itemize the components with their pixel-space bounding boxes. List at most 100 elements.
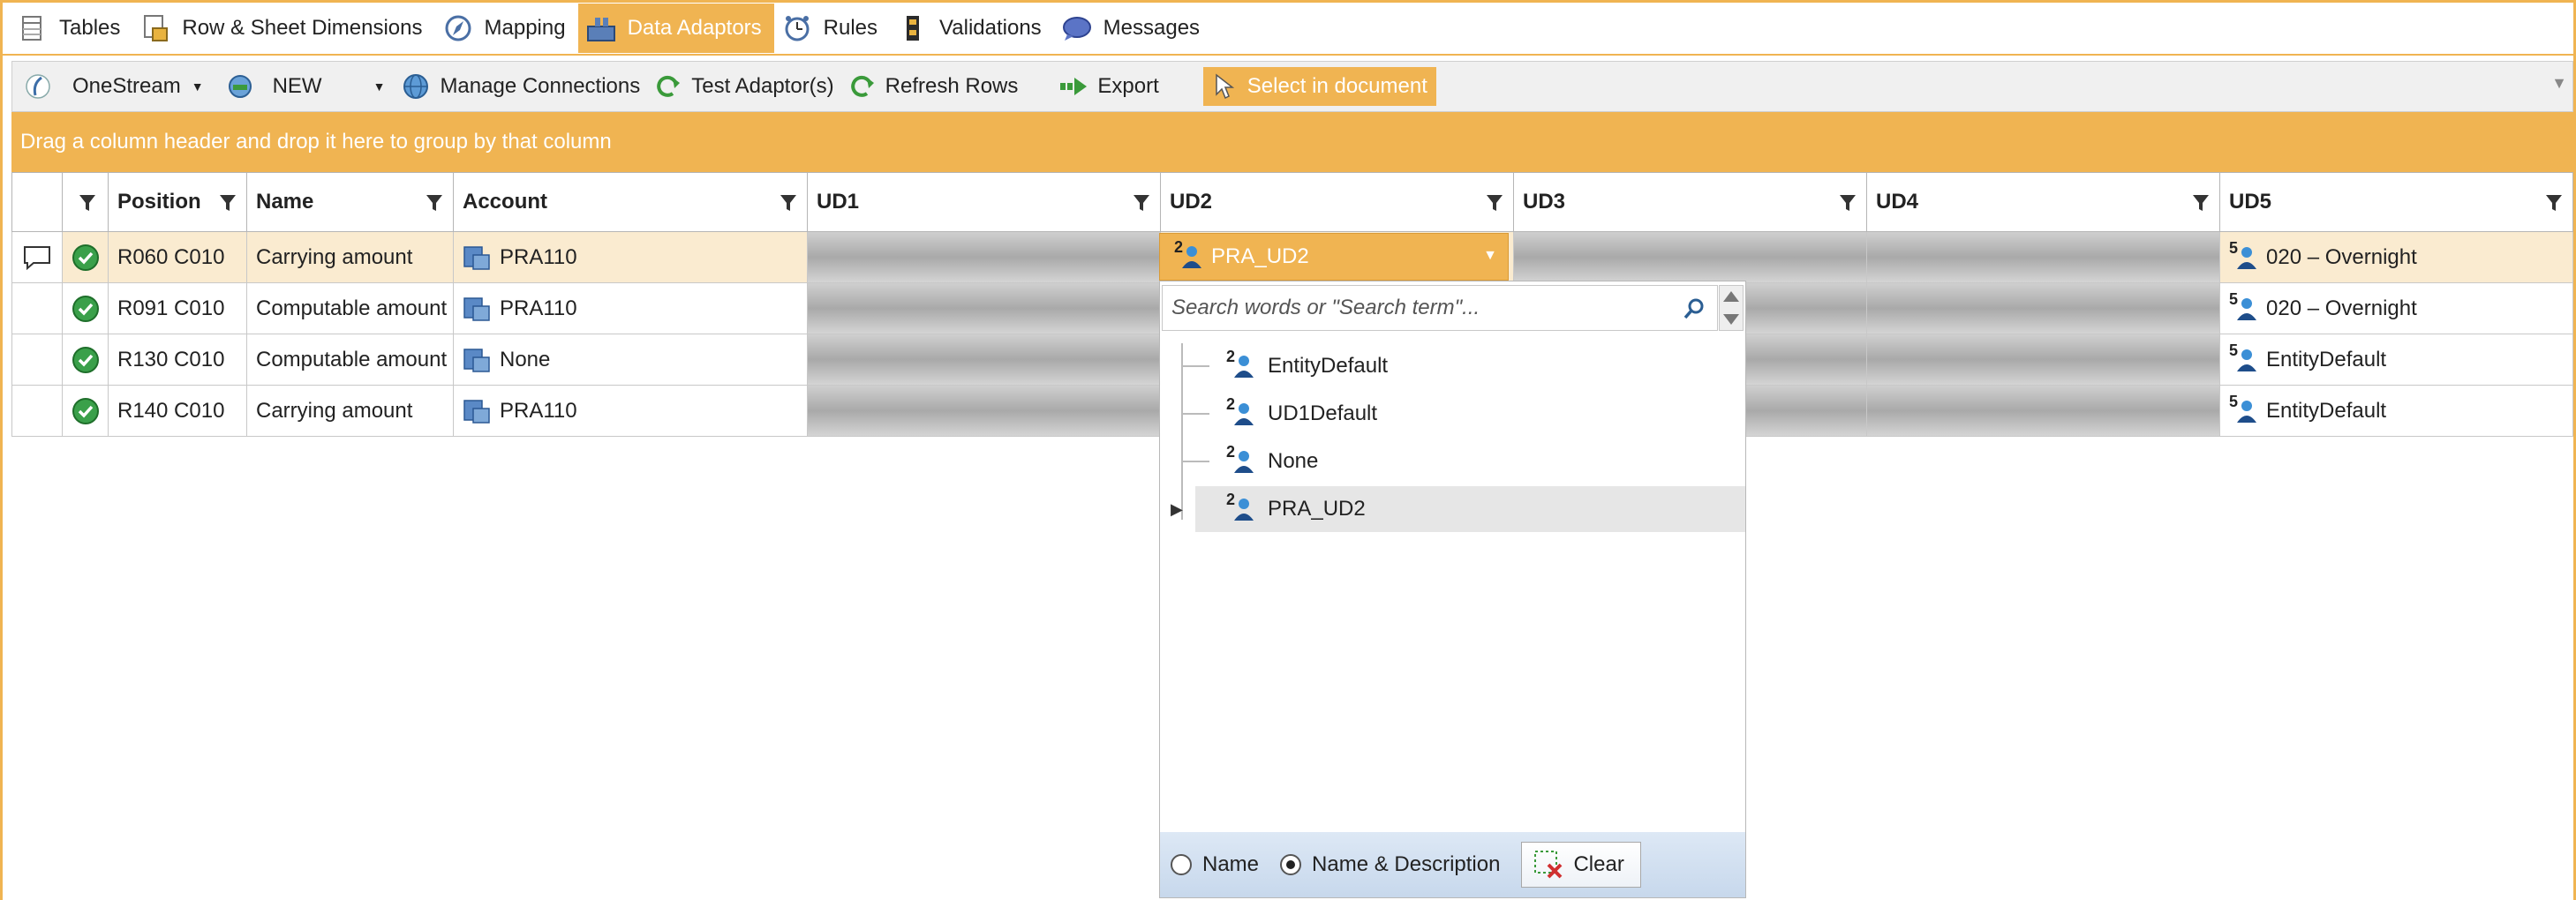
- column-header-ud1[interactable]: UD1: [808, 172, 1161, 232]
- cursor-icon: [1209, 71, 1239, 101]
- filter-icon[interactable]: [78, 192, 97, 214]
- ud1-cell[interactable]: [808, 334, 1161, 386]
- ud-member-icon: 2: [1224, 443, 1259, 479]
- filter-icon[interactable]: [1485, 192, 1504, 214]
- ud3-cell[interactable]: [1514, 232, 1867, 283]
- clock-icon: [781, 12, 813, 44]
- filter-icon[interactable]: [779, 192, 798, 214]
- column-header-position[interactable]: Position: [109, 172, 247, 232]
- check-circle-icon: [72, 244, 99, 271]
- tree-item-none[interactable]: 2 None: [1181, 439, 1745, 484]
- tree-item-pra-ud2[interactable]: ▶ 2 PRA_UD2: [1171, 486, 1745, 532]
- name-cell[interactable]: Carrying amount: [247, 386, 454, 437]
- tab-validations[interactable]: Validations: [890, 4, 1054, 53]
- tab-label: Messages: [1103, 16, 1201, 40]
- search-input[interactable]: Search words or "Search term"...: [1162, 285, 1718, 331]
- name-cell[interactable]: Carrying amount: [247, 232, 454, 283]
- comment-icon[interactable]: [23, 245, 51, 270]
- test-adaptors-label: Test Adaptor(s): [691, 74, 834, 98]
- row-indicator[interactable]: [11, 283, 63, 334]
- ud4-cell[interactable]: [1867, 283, 2220, 334]
- tree-item-entitydefault[interactable]: 2 EntityDefault: [1181, 343, 1745, 389]
- ud4-cell[interactable]: [1867, 232, 2220, 283]
- account-cell[interactable]: PRA110: [454, 283, 808, 334]
- tab-tables[interactable]: Tables: [10, 4, 132, 53]
- position-cell[interactable]: R091 C010: [109, 283, 247, 334]
- tab-rules[interactable]: Rules: [774, 4, 890, 53]
- ud2-combobox[interactable]: 2 PRA_UD2 ▼: [1159, 233, 1509, 281]
- select-in-document-button[interactable]: Select in document: [1202, 67, 1436, 106]
- toolbar: OneStream ▼ NEW ▼ Manage Connections Tes…: [11, 61, 2573, 112]
- tab-label: Validations: [939, 16, 1042, 40]
- tree-item-ud1default[interactable]: 2 UD1Default: [1181, 391, 1745, 437]
- column-header-ud4[interactable]: UD4: [1867, 172, 2220, 232]
- ud4-cell[interactable]: [1867, 334, 2220, 386]
- ud-member-icon: 5: [2229, 393, 2259, 426]
- group-hint-text: Drag a column header and drop it here to…: [20, 130, 612, 154]
- column-header-ud5[interactable]: UD5: [2220, 172, 2573, 232]
- ud5-cell[interactable]: 5 020 – Overnight: [2220, 283, 2573, 334]
- name-cell[interactable]: Computable amount: [247, 334, 454, 386]
- scrollbar[interactable]: [1719, 285, 1744, 331]
- test-adaptors-button[interactable]: Test Adaptor(s): [652, 67, 834, 106]
- refresh-rows-label: Refresh Rows: [885, 74, 1019, 98]
- tab-row-sheet-dimensions[interactable]: Row & Sheet Dimensions: [132, 4, 434, 53]
- status-cell: [63, 283, 109, 334]
- ud5-cell[interactable]: 5 020 – Overnight: [2220, 232, 2573, 283]
- name-cell[interactable]: Computable amount: [247, 283, 454, 334]
- ud2-selected-value: PRA_UD2: [1211, 244, 1309, 268]
- ud1-cell[interactable]: [808, 283, 1161, 334]
- filter-icon[interactable]: [2191, 192, 2211, 214]
- ud2-dropdown-panel: Search words or "Search term"... 2 Entit…: [1159, 281, 1746, 898]
- account-cell[interactable]: None: [454, 334, 808, 386]
- row-indicator[interactable]: [11, 386, 63, 437]
- group-by-panel[interactable]: Drag a column header and drop it here to…: [11, 112, 2573, 172]
- chevron-down-icon[interactable]: ▼: [1483, 248, 1497, 264]
- row-indicator[interactable]: [11, 232, 63, 283]
- position-cell[interactable]: R130 C010: [109, 334, 247, 386]
- status-header[interactable]: [63, 172, 109, 232]
- search-icon[interactable]: [1682, 296, 1706, 321]
- test-refresh-icon: [652, 71, 682, 101]
- ud5-cell[interactable]: 5 EntityDefault: [2220, 386, 2573, 437]
- ud5-cell[interactable]: 5 EntityDefault: [2220, 334, 2573, 386]
- clear-button[interactable]: Clear: [1521, 842, 1641, 888]
- tab-label: Tables: [59, 16, 121, 40]
- new-dropdown[interactable]: NEW ▼: [225, 67, 385, 106]
- filter-icon[interactable]: [425, 192, 444, 214]
- row-indicator[interactable]: [11, 334, 63, 386]
- radio-name[interactable]: Name: [1171, 852, 1259, 877]
- filter-icon[interactable]: [1838, 192, 1857, 214]
- ud1-cell[interactable]: [808, 232, 1161, 283]
- new-label: NEW: [272, 74, 322, 98]
- column-header-ud3[interactable]: UD3: [1514, 172, 1867, 232]
- check-circle-icon: [72, 397, 99, 424]
- export-label: Export: [1097, 74, 1159, 98]
- expand-arrow-icon[interactable]: ▶: [1171, 500, 1183, 519]
- onestream-logo-icon: [23, 71, 53, 101]
- filter-icon[interactable]: [218, 192, 237, 214]
- column-header-account[interactable]: Account: [454, 172, 808, 232]
- column-header-name[interactable]: Name: [247, 172, 454, 232]
- ud1-cell[interactable]: [808, 386, 1161, 437]
- tab-data-adaptors[interactable]: Data Adaptors: [577, 4, 774, 53]
- account-cell[interactable]: PRA110: [454, 386, 808, 437]
- position-cell[interactable]: R140 C010: [109, 386, 247, 437]
- ud-member-icon: 2: [1224, 395, 1259, 431]
- refresh-rows-button[interactable]: Refresh Rows: [847, 67, 1019, 106]
- manage-connections-button[interactable]: Manage Connections: [401, 67, 640, 106]
- filter-icon[interactable]: [1132, 192, 1151, 214]
- message-icon: [1061, 12, 1093, 44]
- account-member-icon: [463, 296, 490, 321]
- export-button[interactable]: Export: [1058, 67, 1159, 106]
- tab-mapping[interactable]: Mapping: [435, 4, 578, 53]
- toolbar-overflow-icon[interactable]: ▼: [2551, 74, 2567, 93]
- tab-messages[interactable]: Messages: [1054, 4, 1212, 53]
- position-cell[interactable]: R060 C010: [109, 232, 247, 283]
- ud4-cell[interactable]: [1867, 386, 2220, 437]
- column-header-ud2[interactable]: UD2: [1161, 172, 1514, 232]
- onestream-dropdown[interactable]: OneStream ▼: [23, 67, 204, 106]
- filter-icon[interactable]: [2544, 192, 2564, 214]
- radio-name-description[interactable]: Name & Description: [1280, 852, 1500, 877]
- account-cell[interactable]: PRA110: [454, 232, 808, 283]
